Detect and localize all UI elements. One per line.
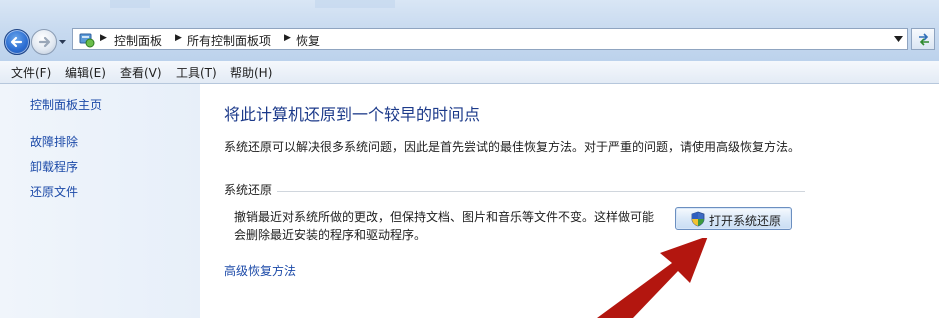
sidebar-link-uninstall[interactable]: 卸载程序 — [30, 158, 78, 175]
breadcrumb-separator[interactable]: ▶ — [175, 33, 182, 43]
menu-view[interactable]: 查看(V) — [120, 64, 162, 81]
refresh-button[interactable] — [911, 28, 935, 50]
menu-tools[interactable]: 工具(T) — [176, 64, 217, 81]
breadcrumb-separator[interactable]: ▶ — [284, 33, 291, 43]
sidebar: 控制面板主页 故障排除 卸载程序 还原文件 — [0, 84, 200, 318]
system-restore-text-line: 撤销最近对系统所做的更改，但保持文档、图片和音乐等文件不变。这样做可能 — [234, 210, 655, 224]
title-bar-remnant — [315, 0, 395, 8]
system-restore-heading: 系统还原 — [224, 183, 273, 197]
sidebar-home-link[interactable]: 控制面板主页 — [30, 96, 102, 113]
section-divider — [277, 191, 805, 192]
open-system-restore-button[interactable]: 打开系统还原 — [675, 207, 792, 230]
open-system-restore-label: 打开系统还原 — [709, 214, 782, 228]
menu-help[interactable]: 帮助(H) — [230, 64, 272, 81]
back-button[interactable] — [4, 29, 30, 55]
breadcrumb-all-items[interactable]: 所有控制面板项 — [187, 32, 271, 49]
address-box[interactable]: ▶ 控制面板 ▶ 所有控制面板项 ▶ 恢复 — [72, 28, 908, 50]
address-toolbar: ▶ 控制面板 ▶ 所有控制面板项 ▶ 恢复 — [0, 0, 939, 61]
title-bar-remnant — [110, 0, 150, 8]
chevron-down-icon[interactable] — [894, 36, 903, 42]
breadcrumb-control-panel[interactable]: 控制面板 — [114, 32, 162, 49]
sidebar-link-troubleshooting[interactable]: 故障排除 — [30, 133, 78, 150]
menu-bar: 文件(F) 编辑(E) 查看(V) 工具(T) 帮助(H) — [0, 61, 939, 84]
forward-arrow-icon — [38, 36, 51, 48]
back-arrow-icon — [10, 36, 23, 48]
menu-edit[interactable]: 编辑(E) — [65, 64, 106, 81]
breadcrumb-separator[interactable]: ▶ — [100, 33, 107, 43]
advanced-recovery-link[interactable]: 高级恢复方法 — [224, 262, 296, 279]
page-description: 系统还原可以解决很多系统问题，因此是首先尝试的最佳恢复方法。对于严重的问题，请使… — [224, 140, 801, 154]
refresh-icon — [919, 33, 929, 46]
uac-shield-icon — [691, 211, 705, 227]
breadcrumb-recovery[interactable]: 恢复 — [296, 32, 320, 49]
history-dropdown-icon[interactable] — [58, 37, 67, 46]
forward-button[interactable] — [31, 29, 57, 55]
annotation-arrow-icon — [597, 238, 708, 318]
page-title: 将此计算机还原到一个较早的时间点 — [224, 105, 481, 124]
control-panel-icon — [79, 33, 95, 48]
menu-file[interactable]: 文件(F) — [11, 64, 51, 81]
sidebar-link-restore-files[interactable]: 还原文件 — [30, 183, 78, 200]
